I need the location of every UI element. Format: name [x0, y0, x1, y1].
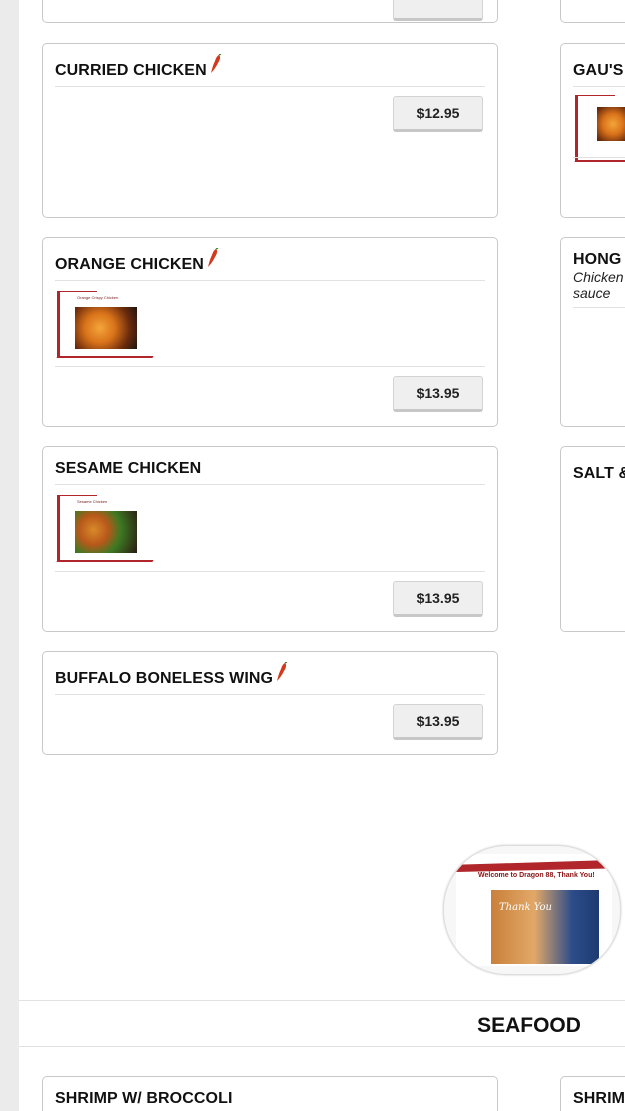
menu-item-title[interactable]: SHRIMP W/ BROCCOLI — [55, 1090, 233, 1108]
menu-page: CURRIED CHICKEN $12.95 ORANGE CHICKEN Or… — [19, 0, 625, 1111]
divider — [55, 86, 485, 87]
menu-item-title[interactable]: HONG — [573, 251, 621, 269]
menu-item-card[interactable]: BUFFALO BONELESS WING $13.95 — [42, 651, 498, 755]
dish-thumbnail[interactable] — [573, 93, 625, 163]
banner-ribbon — [456, 860, 612, 872]
price-button[interactable]: $13.95 — [393, 376, 483, 412]
divider — [55, 694, 485, 695]
dish-photo — [75, 511, 137, 553]
banner-photo: Thank You — [491, 890, 599, 964]
chili-pepper-icon — [277, 662, 288, 681]
section-title: SEAFOOD — [477, 1014, 581, 1037]
banner-caption: Welcome to Dragon 88, Thank You! — [478, 872, 595, 879]
divider — [55, 484, 485, 485]
menu-item-title[interactable]: ORANGE CHICKEN — [55, 248, 219, 274]
divider — [573, 157, 625, 158]
price-button-previous[interactable] — [393, 0, 483, 21]
dish-photo — [597, 107, 625, 141]
menu-item-card[interactable]: CURRIED CHICKEN $12.95 — [42, 43, 498, 218]
thumbnail-caption: Sesame Chicken — [77, 499, 108, 504]
dish-thumbnail[interactable]: Orange Crispy Chicken — [55, 289, 155, 359]
divider — [55, 280, 485, 281]
price-button[interactable]: $13.95 — [393, 704, 483, 740]
menu-item-card[interactable]: SESAME CHICKEN Sesame Chicken $13.95 — [42, 446, 498, 632]
menu-item-card[interactable]: GAU'S — [560, 43, 625, 218]
menu-item-title[interactable]: CURRIED CHICKEN — [55, 54, 222, 80]
menu-item-name: ORANGE CHICKEN — [55, 256, 204, 273]
chili-pepper-icon — [210, 54, 222, 73]
menu-item-card[interactable]: SALT & — [560, 446, 625, 632]
menu-item-name: CURRIED CHICKEN — [55, 62, 207, 79]
menu-item-card[interactable]: ORANGE CHICKEN Orange Crispy Chicken $13… — [42, 237, 498, 427]
banner-photo-text: Thank You — [499, 902, 552, 913]
thank-you-banner: Welcome to Dragon 88, Thank You! Thank Y… — [443, 845, 621, 975]
menu-item-description: Chicken sauce — [573, 269, 624, 301]
price-button[interactable]: $12.95 — [393, 96, 483, 132]
menu-item-card-previous-right[interactable] — [560, 0, 625, 23]
dish-photo — [75, 307, 137, 349]
divider — [573, 86, 625, 87]
price-button[interactable]: $13.95 — [393, 581, 483, 617]
menu-item-card-previous[interactable] — [42, 0, 498, 23]
menu-item-card[interactable]: HONG Chicken sauce — [560, 237, 625, 427]
thumbnail-caption: Orange Crispy Chicken — [77, 295, 119, 300]
menu-item-card[interactable]: SHRIMP W/ BROCCOLI — [42, 1076, 498, 1111]
menu-item-title[interactable]: SESAME CHICKEN — [55, 460, 201, 478]
menu-item-title[interactable]: SALT & — [573, 465, 625, 483]
menu-item-title[interactable]: GAU'S — [573, 62, 624, 80]
menu-item-title[interactable]: BUFFALO BONELESS WING — [55, 662, 288, 688]
chili-pepper-icon — [207, 248, 219, 267]
divider — [55, 571, 485, 572]
divider — [55, 366, 485, 367]
menu-item-name: BUFFALO BONELESS WING — [55, 670, 274, 687]
section-header: SEAFOOD — [19, 1000, 625, 1047]
menu-item-title[interactable]: SHRIM — [573, 1090, 625, 1108]
divider — [573, 307, 625, 308]
dish-thumbnail[interactable]: Sesame Chicken — [55, 493, 155, 563]
menu-item-name: SESAME CHICKEN — [55, 460, 202, 477]
menu-item-card[interactable]: SHRIM — [560, 1076, 625, 1111]
